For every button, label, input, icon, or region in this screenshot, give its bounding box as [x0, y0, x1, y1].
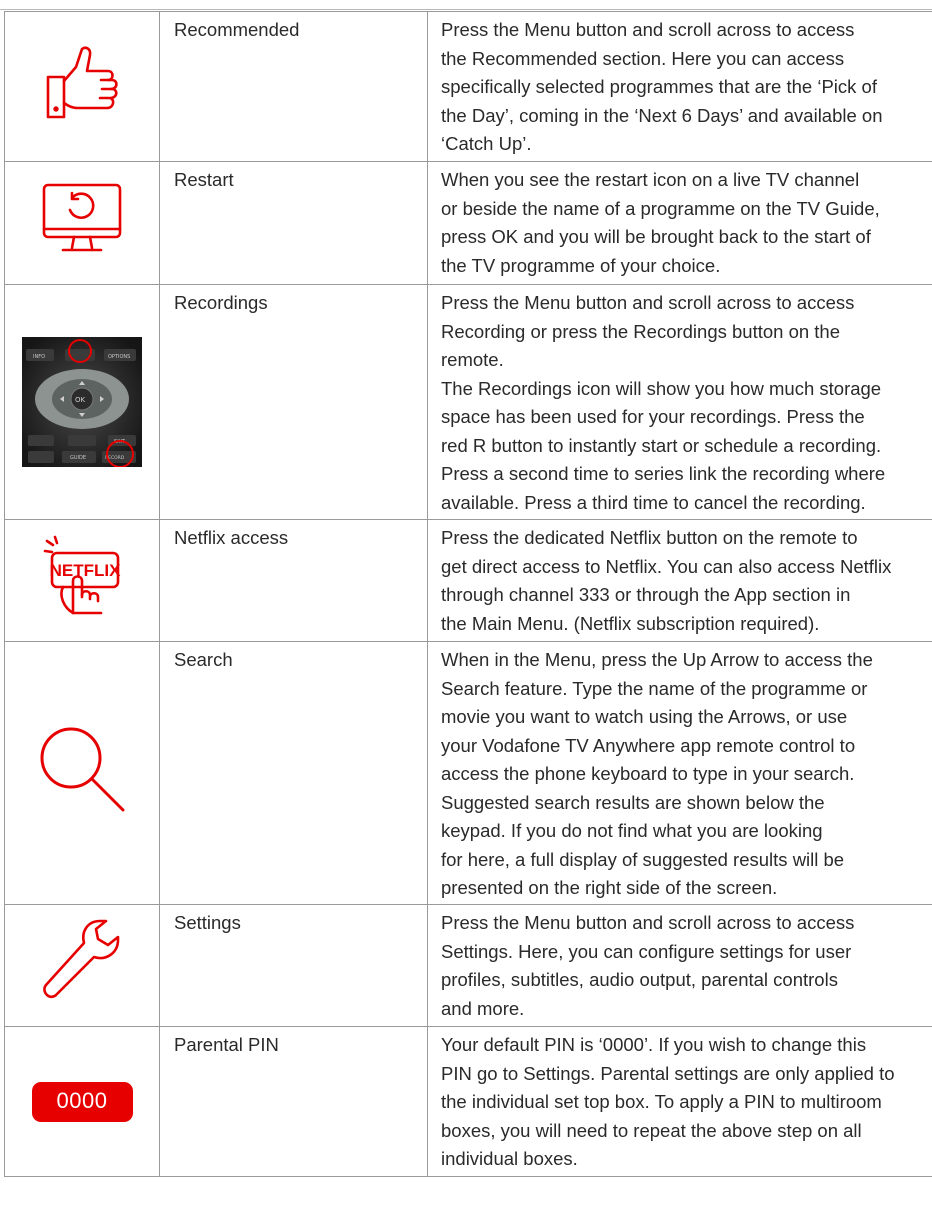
icon-cell: INFO OPTIONS OK GUIDE EXIT RECORD	[4, 284, 160, 520]
search-icon	[37, 724, 127, 823]
description-line: boxes, you will need to repeat the above…	[441, 1119, 862, 1141]
feature-name: Search	[159, 641, 428, 905]
thumbs-up-icon	[44, 43, 120, 130]
icon-cell	[4, 641, 160, 905]
feature-description: Press the Menu button and scroll across …	[427, 11, 932, 162]
description-line: PIN go to Settings. Parental settings ar…	[441, 1062, 895, 1084]
feature-description: When you see the restart icon on a live …	[427, 161, 932, 285]
description-line: movie you want to watch using the Arrows…	[441, 706, 848, 727]
description-line: red R button to instantly start or sched…	[441, 434, 882, 456]
feature-description: Your default PIN is ‘0000’. If you wish …	[427, 1026, 932, 1177]
description-line: keypad. If you do not find what you are …	[441, 820, 823, 841]
remote-options-label: OPTIONS	[108, 354, 130, 360]
icon-cell	[4, 904, 160, 1027]
description-line: and more.	[441, 997, 525, 1019]
feature-description: Press the dedicated Netflix button on th…	[427, 519, 932, 642]
description-line: When in the Menu, press the Up Arrow to …	[441, 649, 873, 670]
feature-name: Parental PIN	[159, 1026, 428, 1177]
remote-guide-label: GUIDE	[70, 455, 86, 461]
table-row: Restart When you see the restart icon on…	[4, 161, 932, 285]
description-line: Press the Menu button and scroll across …	[441, 292, 855, 313]
description-line: ‘Catch Up’.	[441, 133, 532, 154]
description-line: remote.	[441, 349, 504, 370]
remote-ok-label: OK	[75, 396, 86, 404]
features-table: Recommended Press the Menu button and sc…	[4, 11, 932, 1177]
description-line: through channel 333 or through the App s…	[441, 584, 851, 605]
description-line: or beside the name of a programme on the…	[441, 197, 880, 219]
table-row: INFO OPTIONS OK GUIDE EXIT RECORD Record…	[4, 284, 932, 520]
feature-description: When in the Menu, press the Up Arrow to …	[427, 641, 932, 905]
netflix-button-icon: NETFLIX	[41, 535, 123, 626]
remote-control-photo: INFO OPTIONS OK GUIDE EXIT RECORD	[22, 337, 142, 467]
table-row: NETFLIX Netflix access Press the dedicat…	[4, 519, 932, 642]
restart-tv-icon	[41, 182, 123, 265]
description-line: Search feature. Type the name of the pro…	[441, 677, 868, 699]
description-line: the Main Menu. (Netflix subscription req…	[441, 612, 820, 634]
table-row: 0000 Parental PIN Your default PIN is ‘0…	[4, 1026, 932, 1177]
feature-name: Restart	[159, 161, 428, 285]
description-line: for here, a full display of suggested re…	[441, 848, 845, 870]
description-line: the Recommended section. Here you can ac…	[441, 47, 845, 69]
description-line: the Day’, coming in the ‘Next 6 Days’ an…	[441, 104, 883, 126]
icon-cell	[4, 161, 160, 285]
description-line: your Vodafone TV Anywhere app remote con…	[441, 734, 856, 756]
feature-description: Press the Menu button and scroll across …	[427, 904, 932, 1027]
feature-description: Press the Menu button and scroll across …	[427, 284, 932, 520]
description-line: specifically selected programmes that ar…	[441, 76, 877, 97]
remote-info-label: INFO	[33, 354, 45, 360]
description-line: Settings. Here, you can configure settin…	[441, 940, 852, 962]
description-line: get direct access to Netflix. You can al…	[441, 555, 892, 577]
description-line: Press the Menu button and scroll across …	[441, 19, 855, 40]
feature-name: Settings	[159, 904, 428, 1027]
wrench-icon	[38, 915, 126, 1016]
icon-cell: NETFLIX	[4, 519, 160, 642]
pin-badge-icon: 0000	[31, 1081, 133, 1122]
description-line: access the phone keyboard to type in you…	[441, 763, 855, 784]
table-row: Search When in the Menu, press the Up Ar…	[4, 641, 932, 905]
description-line: individual boxes.	[441, 1148, 578, 1169]
description-line: profiles, subtitles, audio output, paren…	[441, 969, 838, 990]
feature-name: Netflix access	[159, 519, 428, 642]
netflix-button-text: NETFLIX	[50, 561, 121, 580]
description-line: Suggested search results are shown below…	[441, 791, 825, 813]
description-line: The Recordings icon will show you how mu…	[441, 377, 882, 399]
table-row: Settings Press the Menu button and scrol…	[4, 904, 932, 1027]
description-line: space has been used for your recordings.…	[441, 406, 865, 427]
description-line: Press the dedicated Netflix button on th…	[441, 527, 858, 548]
description-line: the individual set top box. To apply a P…	[441, 1091, 882, 1112]
top-rule	[0, 0, 932, 10]
description-line: Recording or press the Recordings button…	[441, 320, 841, 342]
icon-cell: 0000	[4, 1026, 160, 1177]
description-line: Your default PIN is ‘0000’. If you wish …	[441, 1034, 867, 1055]
description-line: Press a second time to series link the r…	[441, 463, 886, 484]
description-line: Press the Menu button and scroll across …	[441, 912, 855, 933]
description-line: the TV programme of your choice.	[441, 254, 721, 276]
description-line: presented on the right side of the scree…	[441, 877, 778, 898]
icon-cell	[4, 11, 160, 162]
description-line: press OK and you will be brought back to…	[441, 226, 871, 247]
table-row: Recommended Press the Menu button and sc…	[4, 11, 932, 162]
feature-name: Recommended	[159, 11, 428, 162]
feature-name: Recordings	[159, 284, 428, 520]
description-line: When you see the restart icon on a live …	[441, 169, 860, 190]
description-line: available. Press a third time to cancel …	[441, 491, 866, 513]
